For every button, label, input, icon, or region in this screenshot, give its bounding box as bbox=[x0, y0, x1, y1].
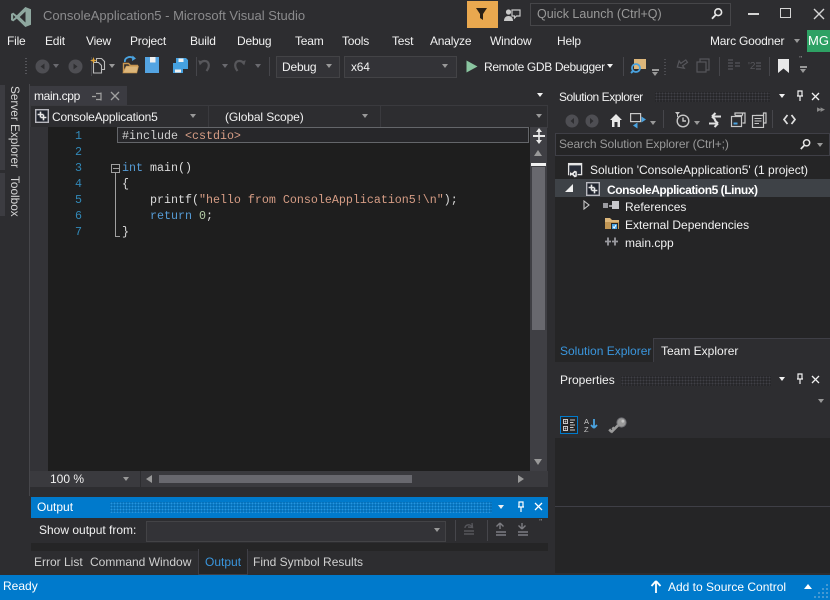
svg-text:'2: '2 bbox=[748, 61, 756, 72]
svg-text:Z: Z bbox=[584, 425, 589, 433]
